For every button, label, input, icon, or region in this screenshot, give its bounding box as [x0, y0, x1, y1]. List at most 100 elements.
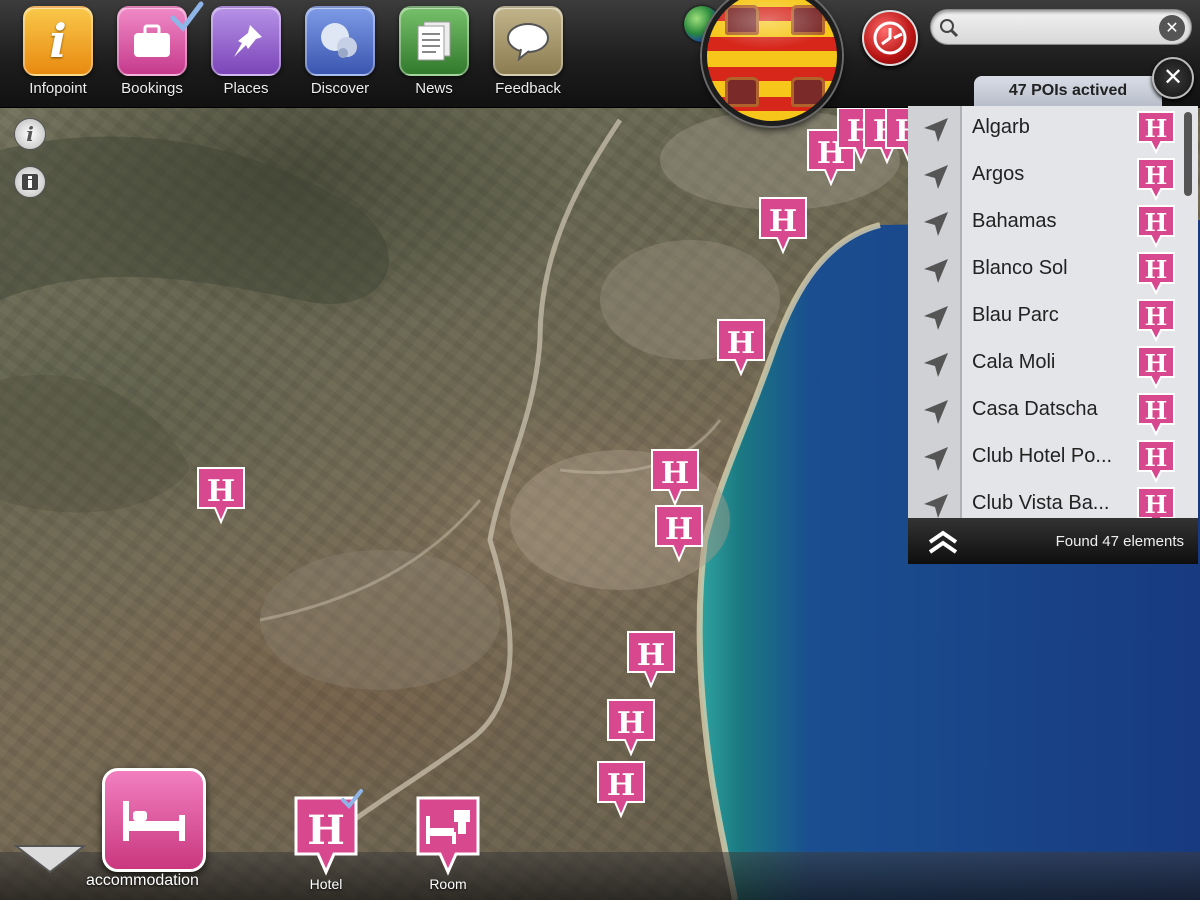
poi-list-item[interactable]: Club Hotel Po... H [908, 435, 1188, 483]
hotel-h-icon: H [1137, 111, 1175, 154]
toolbar-places[interactable]: Places [210, 6, 282, 97]
poi-name: Cala Moli [972, 351, 1056, 373]
search-input[interactable] [961, 16, 1151, 40]
toolbar-news[interactable]: News [398, 6, 470, 97]
feedback-label: Feedback [495, 80, 561, 97]
flag-gloss [707, 0, 837, 121]
svg-text:H: H [1145, 114, 1168, 143]
bookings-label: Bookings [121, 80, 183, 97]
region-flag-button[interactable] [702, 0, 842, 126]
info-card-icon [22, 174, 38, 190]
hotel-map-marker[interactable]: H [196, 466, 246, 526]
svg-text:H: H [661, 456, 689, 491]
hotel-h-icon: H [1137, 205, 1175, 248]
svg-text:H: H [769, 204, 797, 239]
poi-list-item[interactable]: Club Vista Ba... H [908, 482, 1188, 518]
places-tile[interactable] [211, 6, 281, 76]
hotel-h-icon: H [197, 467, 245, 525]
hotel-h-icon: H [627, 631, 675, 689]
suitcase-icon [134, 24, 170, 57]
hotel-h-icon: H [1137, 252, 1175, 295]
bookings-tile[interactable] [117, 1, 204, 76]
navigate-arrow-icon[interactable] [922, 492, 950, 518]
hotel-map-marker[interactable]: H [716, 318, 766, 378]
globe-binoculars-icon [321, 23, 357, 58]
infopoint-tile[interactable]: i [23, 6, 93, 76]
accommodation-category-button[interactable] [102, 768, 206, 872]
navigate-arrow-icon[interactable] [922, 163, 950, 191]
history-button[interactable] [862, 10, 918, 66]
subcategory-hotel[interactable]: H Hotel [294, 789, 363, 892]
poi-list-item[interactable]: Algarb H [908, 106, 1188, 154]
svg-text:H: H [727, 326, 755, 361]
navigate-arrow-icon[interactable] [922, 257, 950, 285]
search-icon [940, 19, 959, 38]
navigate-arrow-icon[interactable] [922, 398, 950, 426]
navigate-arrow-icon[interactable] [922, 445, 950, 473]
poi-name: Bahamas [972, 210, 1057, 232]
discover-label: Discover [310, 80, 370, 97]
hotel-h-icon: H [1137, 158, 1175, 201]
poi-scrollbar[interactable] [1184, 112, 1192, 196]
toolbar-discover[interactable]: Discover [304, 6, 376, 97]
navigate-arrow-icon[interactable] [922, 304, 950, 332]
check-icon [170, 1, 204, 32]
subcategory-room[interactable]: Room [416, 796, 480, 892]
discover-tile[interactable] [305, 6, 375, 76]
map-info-button[interactable]: i [14, 118, 46, 150]
hotel-h-icon: H [597, 761, 645, 819]
toolbar-infopoint[interactable]: i Infopoint [22, 6, 94, 97]
svg-text:H: H [307, 807, 345, 854]
poi-list-item[interactable]: Cala Moli H [908, 341, 1188, 389]
svg-text:H: H [207, 474, 235, 509]
navigate-arrow-icon[interactable] [922, 210, 950, 238]
news-label: News [415, 80, 453, 97]
hotel-h-icon: H [607, 699, 655, 757]
poi-list-item[interactable]: Blanco Sol H [908, 247, 1188, 295]
toolbar-feedback[interactable]: Feedback [492, 6, 564, 97]
svg-text:H: H [1145, 443, 1168, 472]
places-label: Places [223, 80, 269, 97]
infopoint-label: Infopoint [29, 80, 87, 97]
navigate-arrow-icon[interactable] [922, 351, 950, 379]
poi-list-item[interactable]: Bahamas H [908, 200, 1188, 248]
collapse-down-icon[interactable] [14, 842, 86, 876]
toolbar-bookings[interactable]: Bookings [116, 1, 204, 97]
news-tile[interactable] [399, 6, 469, 76]
svg-text:H: H [637, 638, 665, 673]
svg-text:H: H [1145, 490, 1168, 518]
poi-name: Blanco Sol [972, 257, 1068, 279]
poi-count-tab: 47 POIs actived [974, 76, 1162, 108]
room-label: Room [429, 876, 467, 892]
hotel-h-icon: H [1137, 346, 1175, 389]
hotel-map-marker[interactable]: H [596, 760, 646, 820]
hotel-map-marker[interactable]: H [606, 698, 656, 758]
clear-search-button[interactable]: ✕ [1159, 15, 1185, 41]
svg-text:H: H [607, 768, 635, 803]
svg-text:H: H [1145, 349, 1168, 378]
poi-list-item[interactable]: Blau Parc H [908, 294, 1188, 342]
poi-name: Argos [972, 163, 1025, 185]
search-box[interactable]: ✕ [930, 9, 1192, 45]
poi-list-item[interactable]: Casa Datscha H [908, 388, 1188, 436]
hotel-label: Hotel [309, 876, 343, 892]
check-icon [341, 789, 363, 809]
found-count: Found 47 elements [1055, 533, 1184, 550]
hotel-map-marker[interactable]: H [758, 196, 808, 256]
poi-name: Blau Parc [972, 304, 1059, 326]
hotel-map-marker[interactable]: H [654, 504, 704, 564]
clock-icon [873, 21, 907, 55]
map-details-button[interactable] [14, 166, 46, 198]
pushpin-icon [234, 25, 262, 57]
hotel-map-marker[interactable]: H [626, 630, 676, 690]
poi-name: Club Vista Ba... [972, 492, 1110, 514]
hotel-map-marker[interactable]: H [650, 448, 700, 508]
poi-list[interactable]: Algarb H Argos H Bahamas H Blanco Sol H Blau Par… [908, 106, 1198, 518]
navigate-arrow-icon[interactable] [922, 116, 950, 144]
info-icon: i [49, 14, 67, 68]
close-poi-panel-button[interactable]: ✕ [1152, 57, 1194, 99]
expand-up-icon[interactable] [926, 530, 960, 554]
feedback-tile[interactable] [493, 6, 563, 76]
poi-footer: Found 47 elements [908, 518, 1198, 564]
poi-list-item[interactable]: Argos H [908, 153, 1188, 201]
